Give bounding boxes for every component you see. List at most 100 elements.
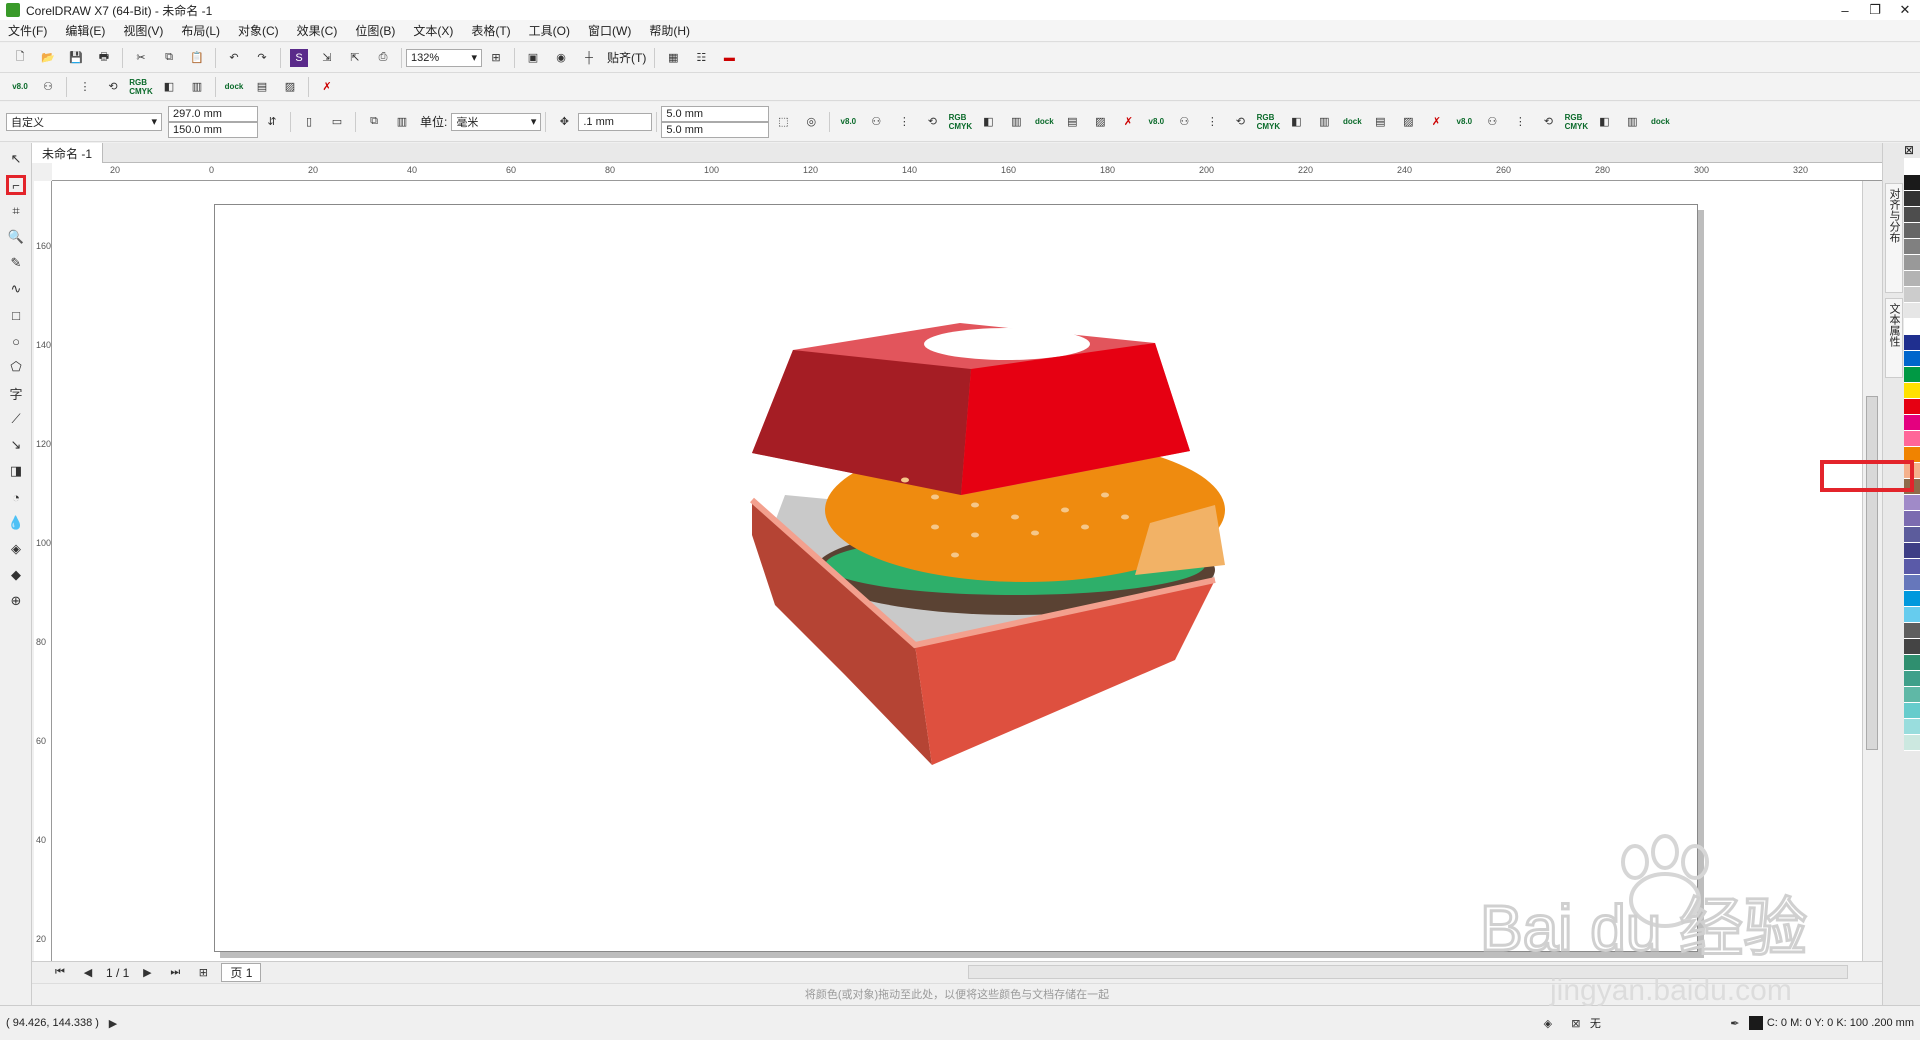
palette-swatch[interactable] [1904, 639, 1920, 655]
palette-swatch[interactable] [1904, 543, 1920, 559]
transparency-icon[interactable]: ◔ [6, 487, 26, 507]
barcode-icon[interactable]: ▤ [1371, 113, 1389, 131]
align-icon[interactable]: ⋮ [1203, 113, 1221, 131]
palette-swatch[interactable] [1904, 159, 1920, 175]
options-icon[interactable]: ▦ [664, 49, 682, 67]
palette-swatch[interactable] [1904, 319, 1920, 335]
palette-swatch[interactable] [1904, 383, 1920, 399]
palette-swatch[interactable] [1904, 255, 1920, 271]
palette-swatch[interactable] [1904, 703, 1920, 719]
document-tab[interactable]: 未命名 -1 [32, 143, 104, 163]
zoom-tool-icon[interactable]: 🔍 [6, 227, 26, 247]
paste-icon[interactable]: 📋 [188, 49, 206, 67]
menu-table[interactable]: 表格(T) [471, 22, 510, 39]
version-icon[interactable]: v8.0 [1455, 113, 1473, 131]
eyedropper-icon[interactable]: 💧 [6, 513, 26, 533]
dock-icon[interactable]: dock [1651, 113, 1670, 131]
page-preset-select[interactable]: 自定义 ▾ [6, 112, 162, 131]
export-icon[interactable]: ⇱ [346, 49, 364, 67]
version-icon[interactable]: v8.0 [839, 113, 857, 131]
smart-fill-icon[interactable]: ◆ [6, 565, 26, 585]
barcode-icon[interactable]: ▤ [1063, 113, 1081, 131]
align-distribute-tab[interactable]: 对齐与分布 [1885, 183, 1903, 293]
frame-icon[interactable]: ▥ [1007, 113, 1025, 131]
prev-page-icon[interactable]: ◀ [79, 964, 97, 982]
landscape-icon[interactable]: ▭ [328, 113, 346, 131]
import-icon[interactable]: ⇲ [318, 49, 336, 67]
rgb-cmyk-icon[interactable]: RGB CMYK [1257, 113, 1281, 131]
layer-icon[interactable]: ◧ [979, 113, 997, 131]
menu-text[interactable]: 文本(X) [413, 22, 453, 39]
frame-icon[interactable]: ▥ [1315, 113, 1333, 131]
palette-swatch[interactable] [1904, 175, 1920, 191]
show-rulers-icon[interactable]: ◉ [552, 49, 570, 67]
unit-select[interactable]: 毫米 ▾ [451, 112, 542, 131]
current-page-icon[interactable]: ▥ [393, 113, 411, 131]
cut-icon[interactable]: ✂ [132, 49, 150, 67]
lock-ratio-icon[interactable]: ⇵ [263, 113, 281, 131]
rgb-cmyk-icon[interactable]: RGB CMYK [949, 113, 973, 131]
dock-icon[interactable]: dock [225, 78, 244, 96]
transform-icon[interactable]: ⟲ [1539, 113, 1557, 131]
palette-swatch[interactable] [1904, 207, 1920, 223]
align-icon[interactable]: ⋮ [76, 78, 94, 96]
copy-icon[interactable]: ⧉ [160, 49, 178, 67]
palette-swatch[interactable] [1904, 287, 1920, 303]
parallel-dimension-icon[interactable]: ⟋ [6, 409, 26, 429]
restore-button[interactable]: ❐ [1860, 0, 1890, 20]
print-icon[interactable]: 🖶 [95, 49, 113, 67]
menu-view[interactable]: 视图(V) [123, 22, 163, 39]
ellipse-tool-icon[interactable]: ○ [6, 331, 26, 351]
page-height-field[interactable]: 150.0 mm [168, 121, 258, 138]
palette-swatch[interactable] [1904, 719, 1920, 735]
select-icon[interactable]: ⬚ [774, 113, 792, 131]
dock-icon[interactable]: dock [1343, 113, 1362, 131]
frame-icon[interactable]: ▥ [1623, 113, 1641, 131]
menu-bitmaps[interactable]: 位图(B) [355, 22, 395, 39]
palette-swatch[interactable] [1904, 431, 1920, 447]
zoom-to-page-icon[interactable]: ⊞ [487, 49, 505, 67]
align-icon[interactable]: ⋮ [1511, 113, 1529, 131]
new-document-icon[interactable]: 🗋 [11, 49, 29, 67]
minimize-button[interactable]: – [1830, 0, 1860, 20]
menu-edit[interactable]: 编辑(E) [65, 22, 105, 39]
page-tab[interactable]: 页 1 [221, 963, 262, 982]
duplicate-x-field[interactable]: 5.0 mm [661, 105, 770, 122]
layer-icon[interactable]: ◧ [1287, 113, 1305, 131]
transform-icon[interactable]: ⟲ [104, 78, 122, 96]
text-properties-tab[interactable]: 文本属性 [1885, 298, 1903, 378]
no-color-swatch[interactable]: ⊠ [1904, 143, 1920, 159]
palette-swatch[interactable] [1904, 559, 1920, 575]
artistic-media-icon[interactable]: ∿ [6, 279, 26, 299]
application-launcher-icon[interactable]: ☷ [692, 49, 710, 67]
palette-swatch[interactable] [1904, 607, 1920, 623]
palette-swatch[interactable] [1904, 335, 1920, 351]
text-tool-icon[interactable]: 字 [6, 383, 26, 403]
palette-swatch[interactable] [1904, 303, 1920, 319]
palette-swatch[interactable] [1904, 527, 1920, 543]
play-icon[interactable]: ▶ [104, 1014, 122, 1032]
portrait-icon[interactable]: ▯ [300, 113, 318, 131]
stack-icon[interactable]: ▨ [1091, 113, 1109, 131]
freehand-tool-icon[interactable]: ✎ [6, 253, 26, 273]
menu-effects[interactable]: 效果(C) [297, 22, 338, 39]
palette-swatch[interactable] [1904, 671, 1920, 687]
add-page-icon[interactable]: ⊞ [194, 964, 212, 982]
lid-hole[interactable] [924, 328, 1090, 360]
menu-object[interactable]: 对象(C) [238, 22, 279, 39]
next-page-icon[interactable]: ▶ [138, 964, 156, 982]
lid-left-side[interactable] [752, 350, 971, 495]
app-menu-icon[interactable]: ▬ [720, 49, 738, 67]
person-icon[interactable]: ⚇ [1175, 113, 1193, 131]
palette-swatch[interactable] [1904, 591, 1920, 607]
polygon-tool-icon[interactable]: ⬠ [6, 357, 26, 377]
rectangle-tool-icon[interactable]: □ [6, 305, 26, 325]
palette-swatch[interactable] [1904, 223, 1920, 239]
person-icon[interactable]: ⚇ [39, 78, 57, 96]
menu-file[interactable]: 文件(F) [8, 22, 47, 39]
palette-swatch[interactable] [1904, 623, 1920, 639]
treat-as-filled-icon[interactable]: ◎ [802, 113, 820, 131]
redo-icon[interactable]: ↷ [253, 49, 271, 67]
palette-swatch[interactable] [1904, 367, 1920, 383]
full-screen-icon[interactable]: ▣ [524, 49, 542, 67]
